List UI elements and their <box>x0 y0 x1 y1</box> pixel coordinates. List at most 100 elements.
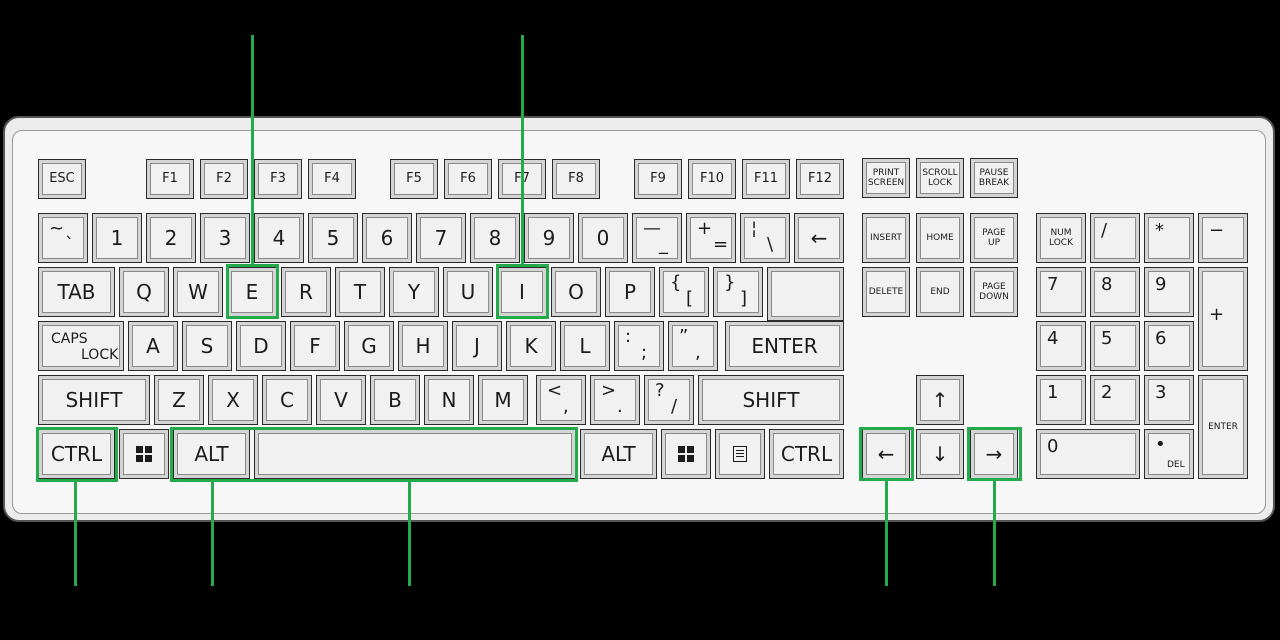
key-digit-6[interactable]: 6 <box>362 213 412 263</box>
key-enter[interactable]: ENTER <box>725 321 844 371</box>
key-f10[interactable]: F10 <box>688 159 736 199</box>
key-num-7[interactable]: 7 <box>1036 267 1086 317</box>
key-bracket-open[interactable]: {[ <box>659 267 709 317</box>
key-arrow-down[interactable]: ↓ <box>916 429 964 479</box>
key-d[interactable]: D <box>236 321 286 371</box>
key-tab[interactable]: TAB <box>38 267 115 317</box>
key-num-4[interactable]: 4 <box>1036 321 1086 371</box>
key-backspace[interactable]: ← <box>794 213 844 263</box>
key-end[interactable]: END <box>916 267 964 317</box>
key-u[interactable]: U <box>443 267 493 317</box>
key-menu[interactable] <box>715 429 765 479</box>
key-win-left[interactable] <box>119 429 169 479</box>
key-g[interactable]: G <box>344 321 394 371</box>
key-h[interactable]: H <box>398 321 448 371</box>
key-num-9[interactable]: 9 <box>1144 267 1194 317</box>
key-period[interactable]: >. <box>590 375 640 425</box>
key-digit-0[interactable]: 0 <box>578 213 628 263</box>
key-f11[interactable]: F11 <box>742 159 790 199</box>
key-f3[interactable]: F3 <box>254 159 302 199</box>
key-num-divide[interactable]: / <box>1090 213 1140 263</box>
key-f[interactable]: F <box>290 321 340 371</box>
key-ctrl-right[interactable]: CTRL <box>769 429 844 479</box>
key-num-2[interactable]: 2 <box>1090 375 1140 425</box>
key-tilde[interactable]: ~ ` <box>38 213 88 263</box>
key-digit-3[interactable]: 3 <box>200 213 250 263</box>
key-slash[interactable]: ? / <box>644 375 694 425</box>
key-delete[interactable]: DELETE <box>862 267 910 317</box>
key-page-down[interactable]: PAGE DOWN <box>970 267 1018 317</box>
key-equals[interactable]: + = <box>686 213 736 263</box>
key-b[interactable]: B <box>370 375 420 425</box>
key-num-multiply[interactable]: * <box>1144 213 1194 263</box>
key-num-del[interactable]: • DEL <box>1144 429 1194 479</box>
key-num-0[interactable]: 0 <box>1036 429 1140 479</box>
key-c[interactable]: C <box>262 375 312 425</box>
key-t[interactable]: T <box>335 267 385 317</box>
key-num-3[interactable]: 3 <box>1144 375 1194 425</box>
key-o[interactable]: O <box>551 267 601 317</box>
key-num-enter[interactable]: ENTER <box>1198 375 1248 479</box>
key-digit-9[interactable]: 9 <box>524 213 574 263</box>
key-p[interactable]: P <box>605 267 655 317</box>
key-digit-7[interactable]: 7 <box>416 213 466 263</box>
key-z[interactable]: Z <box>154 375 204 425</box>
key-num-lock[interactable]: NUM LOCK <box>1036 213 1086 263</box>
key-arrow-up[interactable]: ↑ <box>916 375 964 425</box>
key-f8[interactable]: F8 <box>552 159 600 199</box>
key-j[interactable]: J <box>452 321 502 371</box>
key-y[interactable]: Y <box>389 267 439 317</box>
key-scroll-lock[interactable]: SCROLL LOCK <box>916 158 964 198</box>
key-alt-right[interactable]: ALT <box>580 429 657 479</box>
key-k[interactable]: K <box>506 321 556 371</box>
key-shift-right[interactable]: SHIFT <box>698 375 844 425</box>
key-f4[interactable]: F4 <box>308 159 356 199</box>
key-quote[interactable]: ”, <box>668 321 718 371</box>
key-num-6[interactable]: 6 <box>1144 321 1194 371</box>
key-caps-lock[interactable]: CAPS LOCK <box>38 321 124 371</box>
key-esc[interactable]: ESC <box>38 159 86 199</box>
key-num-5[interactable]: 5 <box>1090 321 1140 371</box>
key-f12[interactable]: F12 <box>796 159 844 199</box>
key-pause-break[interactable]: PAUSE BREAK <box>970 158 1018 198</box>
key-o-label: O <box>568 279 584 304</box>
key-bracket-close[interactable]: }] <box>713 267 763 317</box>
key-enter-top[interactable] <box>767 267 844 321</box>
key-digit-8[interactable]: 8 <box>470 213 520 263</box>
key-minus[interactable]: — _ <box>632 213 682 263</box>
key-digit-0-label: 0 <box>596 225 610 250</box>
key-f9[interactable]: F9 <box>634 159 682 199</box>
key-digit-2[interactable]: 2 <box>146 213 196 263</box>
key-f6[interactable]: F6 <box>444 159 492 199</box>
key-f1[interactable]: F1 <box>146 159 194 199</box>
key-n[interactable]: N <box>424 375 474 425</box>
key-comma[interactable]: <, <box>536 375 586 425</box>
key-page-up[interactable]: PAGE UP <box>970 213 1018 263</box>
key-v[interactable]: V <box>316 375 366 425</box>
key-r[interactable]: R <box>281 267 331 317</box>
key-q[interactable]: Q <box>119 267 169 317</box>
key-s[interactable]: S <box>182 321 232 371</box>
key-num-8[interactable]: 8 <box>1090 267 1140 317</box>
key-num-1[interactable]: 1 <box>1036 375 1086 425</box>
key-semicolon[interactable]: :; <box>614 321 664 371</box>
key-num-minus[interactable]: − <box>1198 213 1248 263</box>
key-print-screen[interactable]: PRINT SCREEN <box>862 158 910 198</box>
key-shift-left[interactable]: SHIFT <box>38 375 150 425</box>
key-x[interactable]: X <box>208 375 258 425</box>
key-backslash[interactable]: ¦ \ <box>740 213 790 263</box>
key-win-right[interactable] <box>661 429 711 479</box>
key-digit-5[interactable]: 5 <box>308 213 358 263</box>
key-digit-4[interactable]: 4 <box>254 213 304 263</box>
key-digit-1[interactable]: 1 <box>92 213 142 263</box>
key-f2[interactable]: F2 <box>200 159 248 199</box>
key-a[interactable]: A <box>128 321 178 371</box>
key-f5[interactable]: F5 <box>390 159 438 199</box>
key-m[interactable]: M <box>478 375 528 425</box>
key-num-9-label: 9 <box>1155 274 1167 295</box>
key-num-plus[interactable]: + <box>1198 267 1248 371</box>
key-insert[interactable]: INSERT <box>862 213 910 263</box>
key-home[interactable]: HOME <box>916 213 964 263</box>
key-w[interactable]: W <box>173 267 223 317</box>
key-l[interactable]: L <box>560 321 610 371</box>
